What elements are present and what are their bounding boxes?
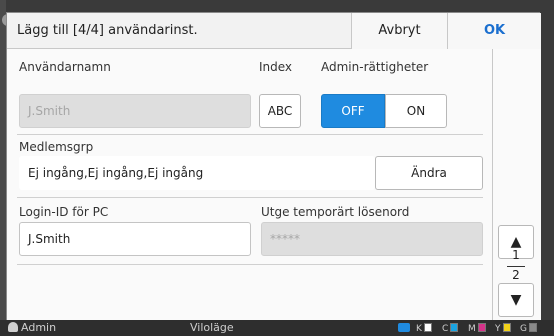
ink-level-m: M <box>468 323 486 334</box>
section-divider <box>17 134 483 135</box>
ink-level-g: G <box>520 323 537 334</box>
sleep-mode-status: Viloläge <box>190 321 234 334</box>
admin-off-toggle[interactable]: OFF <box>321 94 385 128</box>
admin-rights-label: Admin-rättigheter <box>321 60 429 74</box>
username-label: Användarnamn <box>19 60 111 74</box>
username-field: J.Smith <box>19 94 251 128</box>
user-name: Admin <box>21 321 57 334</box>
ink-level-y: Y <box>495 323 511 334</box>
current-user[interactable]: Admin <box>8 321 56 334</box>
index-label: Index <box>259 60 293 74</box>
page-down-button[interactable]: ▼ <box>498 283 534 317</box>
arrow-down-icon: ▼ <box>510 292 522 308</box>
login-id-field[interactable]: J.Smith <box>19 222 251 256</box>
page-navigator: ▲ 1 2 ▼ <box>493 49 541 321</box>
cancel-button[interactable]: Avbryt <box>351 13 447 49</box>
temp-password-label: Utge temporärt lösenord <box>261 205 410 219</box>
ok-button[interactable]: OK <box>447 13 541 49</box>
current-page: 1 <box>512 248 520 262</box>
page-fraction-line <box>507 266 525 267</box>
user-icon <box>8 322 18 332</box>
temp-password-field: ***** <box>261 222 483 256</box>
member-group-value: Ej ingång,Ej ingång,Ej ingång <box>19 156 375 190</box>
ink-level-c: C <box>442 323 459 334</box>
status-bar: Admin Viloläge K C M Y G <box>0 320 554 336</box>
network-icon <box>398 323 410 335</box>
member-group-label: Medlemsgrp <box>19 140 94 154</box>
ink-level-k: K <box>416 323 432 334</box>
dialog-header: Lägg till [4/4] användarinst. Avbryt OK <box>7 13 541 49</box>
change-group-button[interactable]: Ändra <box>375 156 483 190</box>
section-divider <box>17 264 483 265</box>
index-button[interactable]: ABC <box>259 94 301 128</box>
add-user-dialog: Lägg till [4/4] användarinst. Avbryt OK … <box>6 12 541 321</box>
admin-on-toggle[interactable]: ON <box>385 94 447 128</box>
total-pages: 2 <box>512 268 520 282</box>
login-id-label: Login-ID för PC <box>19 205 109 219</box>
dialog-title: Lägg till [4/4] användarinst. <box>17 23 198 38</box>
section-divider <box>17 197 483 198</box>
dialog-content: Användarnamn J.Smith Index ABC Admin-rät… <box>7 49 493 321</box>
